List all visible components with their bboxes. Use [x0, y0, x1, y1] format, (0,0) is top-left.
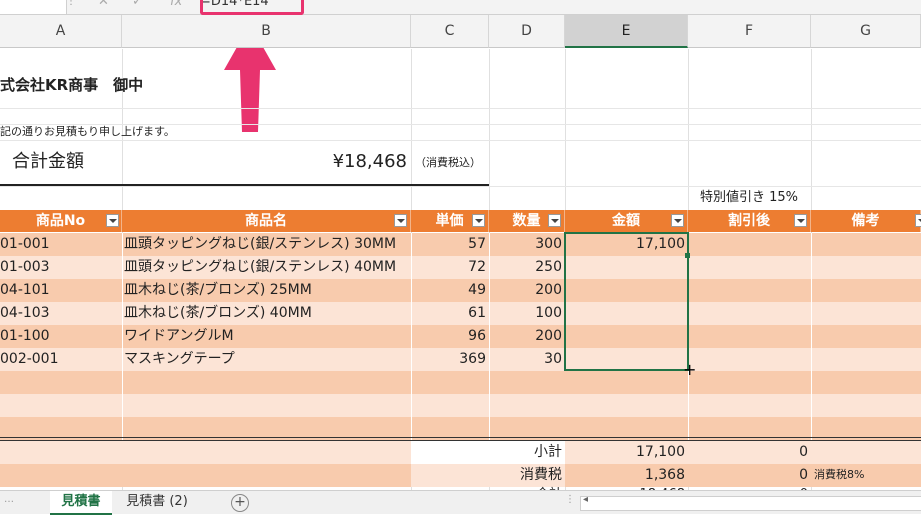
- header-product-name[interactable]: 商品名: [122, 210, 411, 232]
- header-product-no[interactable]: 商品No: [0, 210, 122, 232]
- header-label: 備考: [851, 213, 880, 229]
- cell-product-name[interactable]: 皿木ねじ(茶/ブロンズ) 40MM: [124, 302, 411, 324]
- table-row[interactable]: [0, 394, 921, 417]
- header-note[interactable]: 備考: [811, 210, 921, 232]
- cell-product-name[interactable]: 皿頭タッピングねじ(銀/ステンレス) 40MM: [124, 256, 411, 278]
- cell-quantity[interactable]: 300: [489, 233, 565, 255]
- cell-unit-price[interactable]: 72: [411, 256, 489, 278]
- plus-icon[interactable]: +: [231, 494, 249, 512]
- header-label: 数量: [512, 213, 541, 229]
- cell-product-no[interactable]: 04-101: [0, 279, 120, 301]
- cell-quantity[interactable]: 200: [489, 279, 565, 301]
- filter-dropdown-icon[interactable]: [106, 214, 119, 227]
- col-header-c[interactable]: C: [411, 15, 489, 48]
- crosshair-cursor-icon: +: [683, 360, 697, 379]
- header-label: 商品名: [245, 213, 287, 229]
- tab-scroll-dots-icon[interactable]: …: [4, 494, 14, 505]
- subtotal-discounted[interactable]: 0: [688, 441, 811, 463]
- tax-amount[interactable]: 1,368: [565, 464, 688, 486]
- cell-quantity[interactable]: 200: [489, 325, 565, 347]
- cell-product-no[interactable]: 01-003: [0, 256, 120, 278]
- cell-unit-price[interactable]: 49: [411, 279, 489, 301]
- tax-included-note[interactable]: （消費税込）: [415, 152, 515, 174]
- horizontal-scrollbar[interactable]: ◂: [580, 494, 921, 511]
- name-box[interactable]: [0, 0, 67, 14]
- tax-discounted[interactable]: 0: [688, 464, 811, 486]
- filter-dropdown-icon[interactable]: [472, 214, 485, 227]
- cell-unit-price[interactable]: 57: [411, 233, 489, 255]
- cell-product-name[interactable]: ワイドアングルM: [124, 325, 411, 347]
- filter-dropdown-icon[interactable]: [671, 214, 684, 227]
- header-unit-price[interactable]: 単価: [411, 210, 489, 232]
- table-row[interactable]: [0, 371, 921, 394]
- total-label[interactable]: 合計金額: [12, 150, 122, 174]
- cell-unit-price[interactable]: 61: [411, 302, 489, 324]
- col-header-g[interactable]: G: [811, 15, 921, 48]
- scroll-left-icon[interactable]: ◂: [583, 494, 588, 505]
- cell-unit-price[interactable]: 96: [411, 325, 489, 347]
- col-header-f[interactable]: F: [688, 15, 811, 48]
- col-header-a[interactable]: A: [0, 15, 122, 48]
- cell-product-no[interactable]: 01-001: [0, 233, 120, 255]
- col-header-d[interactable]: D: [489, 15, 565, 48]
- cell-quantity[interactable]: 100: [489, 302, 565, 324]
- filter-dropdown-icon[interactable]: [915, 214, 921, 227]
- filter-dropdown-icon[interactable]: [794, 214, 807, 227]
- cell-unit-price[interactable]: 369: [411, 348, 489, 370]
- header-amount[interactable]: 金額: [565, 210, 688, 232]
- cell-product-name[interactable]: 皿木ねじ(茶/ブロンズ) 25MM: [124, 279, 411, 301]
- header-label: 金額: [612, 213, 640, 229]
- discount-note[interactable]: 特別値引き 15%: [700, 187, 811, 209]
- total-amount[interactable]: ¥18,468: [220, 150, 410, 174]
- subtotal-label[interactable]: 小計: [489, 441, 565, 463]
- function-icon[interactable]: fx: [170, 0, 182, 9]
- sheet-tab-bar: … 見積書 見積書 (2) + ⋮ ◂: [0, 490, 921, 515]
- filter-dropdown-icon[interactable]: [394, 214, 407, 227]
- col-header-b[interactable]: B: [122, 15, 411, 48]
- intro-text[interactable]: 記の通りお見積もり申し上げます。: [0, 121, 300, 143]
- col-header-e[interactable]: E: [565, 15, 688, 48]
- splitter-dots-icon[interactable]: ⋮: [565, 494, 575, 505]
- filter-dropdown-icon[interactable]: [548, 214, 561, 227]
- tax-rate-note[interactable]: 消費税8%: [814, 464, 921, 486]
- subtotal-amount[interactable]: 17,100: [565, 441, 688, 463]
- cell-product-no[interactable]: 002-001: [0, 348, 120, 370]
- cell-selection[interactable]: [564, 232, 689, 371]
- formula-bar: ⋮ ✕ ✓ fx =D14*E14: [0, 0, 921, 15]
- fill-handle[interactable]: [685, 253, 690, 258]
- tax-label[interactable]: 消費税: [489, 464, 565, 486]
- cell-product-no[interactable]: 01-100: [0, 325, 120, 347]
- company-name[interactable]: 式会社KR商事 御中: [0, 74, 200, 96]
- cell-quantity[interactable]: 30: [489, 348, 565, 370]
- total-underline: [0, 184, 489, 186]
- cell-product-no[interactable]: 04-103: [0, 302, 120, 324]
- tab-sheet-1[interactable]: 見積書: [50, 491, 112, 515]
- header-label: 単価: [435, 213, 464, 229]
- cell-product-name[interactable]: 皿頭タッピングねじ(銀/ステンレス) 30MM: [124, 233, 411, 255]
- cancel-icon[interactable]: ✕: [98, 0, 109, 9]
- enter-icon[interactable]: ✓: [132, 0, 143, 9]
- cell-product-name[interactable]: マスキングテープ: [124, 348, 411, 370]
- header-label: 商品No: [35, 213, 86, 229]
- header-quantity[interactable]: 数量: [489, 210, 565, 232]
- header-discounted[interactable]: 割引後: [688, 210, 811, 232]
- header-label: 割引後: [728, 213, 770, 229]
- tab-sheet-2[interactable]: 見積書 (2): [116, 491, 198, 513]
- formula-highlight-box: [200, 0, 304, 15]
- cell-quantity[interactable]: 250: [489, 256, 565, 278]
- more-icon: ⋮: [66, 0, 76, 7]
